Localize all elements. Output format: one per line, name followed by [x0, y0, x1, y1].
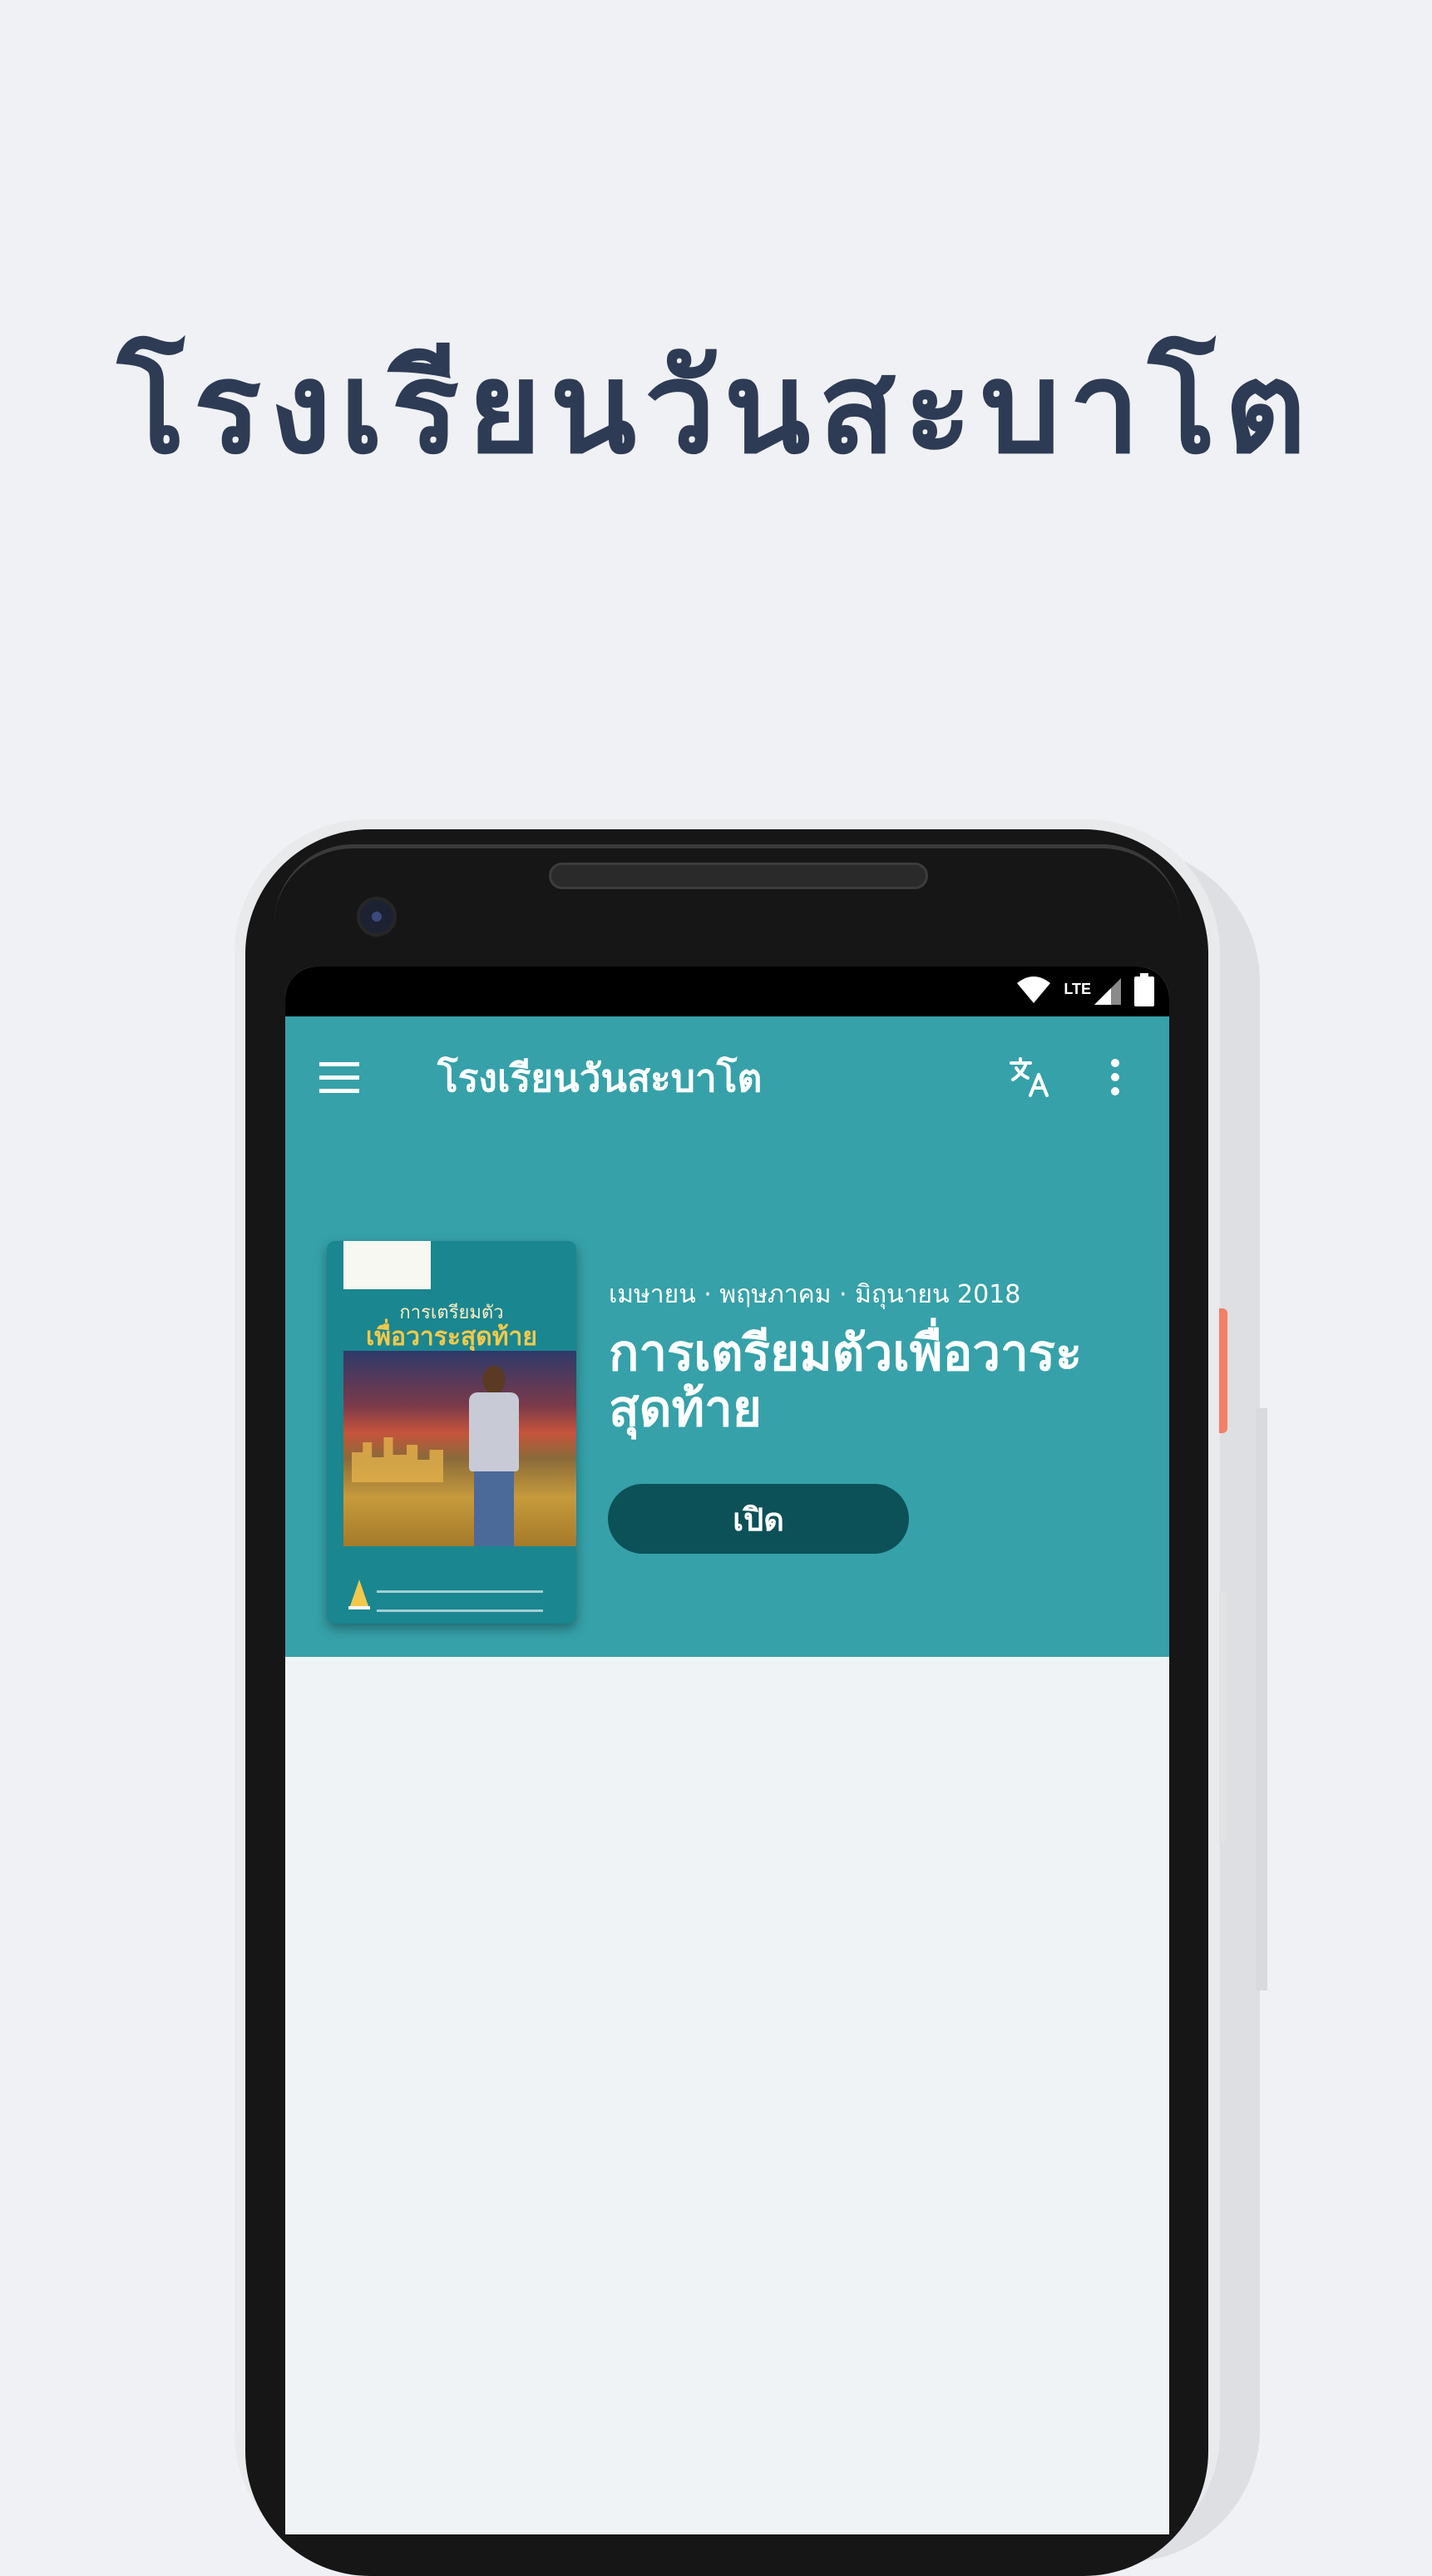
signal-icon: LTE: [1064, 977, 1123, 1006]
quarterly-cover-image[interactable]: การเตรียมตัว เพื่อวาระสุดท้าย: [327, 1241, 576, 1624]
translate-button[interactable]: [1002, 1051, 1057, 1106]
wifi-icon: [1015, 975, 1052, 1008]
page-heading: โรงเรียนวันสะบาโต: [117, 334, 1315, 482]
quarter-label: เมษายน · พฤษภาคม · มิถุนายน 2018: [609, 1280, 1021, 1309]
app-title: โรงเรียนวันสะบาโต: [437, 1056, 763, 1100]
featured-quarterly: การเตรียมตัว เพื่อวาระสุดท้าย เมษายน · พ…: [285, 1141, 1169, 1657]
menu-button[interactable]: [314, 1054, 365, 1105]
network-label: LTE: [1064, 981, 1091, 997]
status-bar: LTE: [285, 967, 1169, 1016]
phone-speaker: [549, 863, 928, 889]
church-logo-icon: [348, 1578, 370, 1611]
more-vertical-icon: [1110, 1058, 1120, 1100]
cover-artwork: [343, 1351, 576, 1546]
phone-screen: LTE โรงเรียนวันสะบาโต การเตรียมตัว เพื่อ…: [285, 967, 1169, 2534]
power-button: [1219, 1308, 1227, 1433]
menu-icon: [319, 1062, 359, 1097]
cover-label: [343, 1241, 431, 1289]
cover-publisher-text: [377, 1590, 543, 1612]
quarterly-title: การเตรียมตัวเพื่อวาระสุดท้าย: [609, 1324, 1083, 1439]
phone-side-edge: [1256, 1408, 1267, 1990]
open-button[interactable]: เปิด: [608, 1484, 909, 1554]
status-icons: LTE: [1015, 973, 1154, 1010]
more-options-button[interactable]: [1090, 1051, 1140, 1106]
volume-button: [1219, 1592, 1227, 1842]
battery-icon: [1134, 973, 1154, 1010]
front-camera-icon: [357, 897, 397, 937]
app-bar: โรงเรียนวันสะบาโต: [285, 1016, 1169, 1141]
translate-icon: [1009, 1056, 1050, 1101]
cover-person-figure: [464, 1366, 522, 1546]
